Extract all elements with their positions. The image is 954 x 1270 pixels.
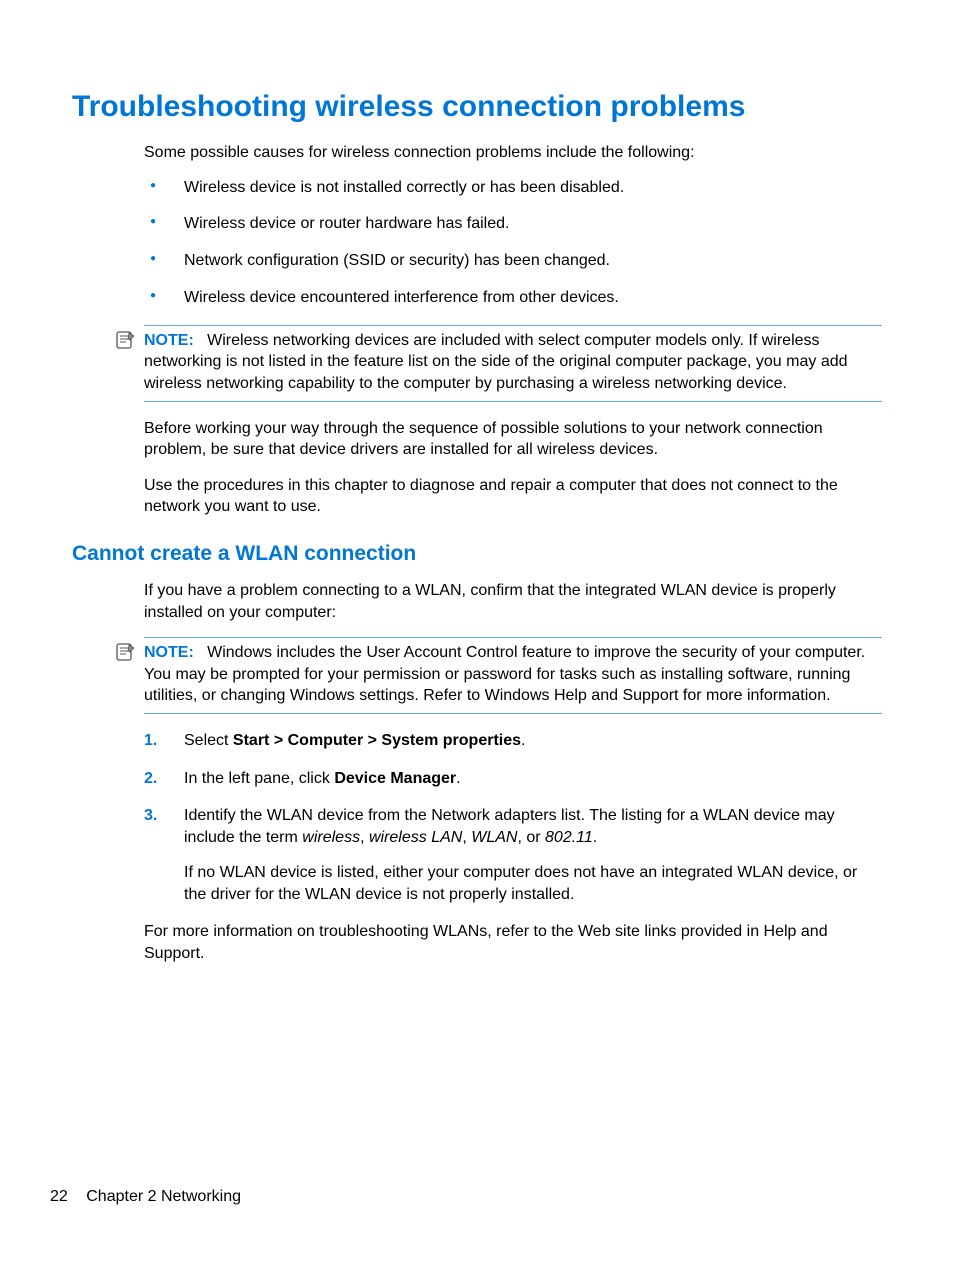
note-label: NOTE: bbox=[144, 332, 194, 349]
body-text: Use the procedures in this chapter to di… bbox=[144, 475, 882, 518]
steps-list: Select Start > Computer > System propert… bbox=[144, 730, 882, 906]
note-icon bbox=[116, 331, 136, 349]
page-title: Troubleshooting wireless connection prob… bbox=[72, 90, 882, 124]
body-text: If you have a problem connecting to a WL… bbox=[144, 580, 882, 623]
list-item: Wireless device or router hardware has f… bbox=[144, 214, 882, 235]
note-content: NOTE: Wireless networking devices are in… bbox=[144, 332, 848, 392]
step-subtext: If no WLAN device is listed, either your… bbox=[184, 862, 882, 905]
note-icon bbox=[116, 643, 136, 661]
body-text: Before working your way through the sequ… bbox=[144, 418, 882, 461]
note-box: NOTE: Windows includes the User Account … bbox=[144, 637, 882, 714]
note-content: NOTE: Windows includes the User Account … bbox=[144, 644, 865, 704]
page-number: 22 bbox=[50, 1188, 68, 1205]
causes-list: Wireless device is not installed correct… bbox=[144, 178, 882, 309]
list-item: Wireless device is not installed correct… bbox=[144, 178, 882, 199]
note-label: NOTE: bbox=[144, 644, 194, 661]
section-title: Cannot create a WLAN connection bbox=[72, 542, 882, 566]
page-footer: 22 Chapter 2 Networking bbox=[50, 1188, 241, 1206]
step-item: In the left pane, click Device Manager. bbox=[144, 768, 882, 790]
intro-text: Some possible causes for wireless connec… bbox=[144, 142, 882, 164]
body-text: For more information on troubleshooting … bbox=[144, 921, 882, 964]
list-item: Network configuration (SSID or security)… bbox=[144, 251, 882, 272]
list-item: Wireless device encountered interference… bbox=[144, 288, 882, 309]
note-box: NOTE: Wireless networking devices are in… bbox=[144, 325, 882, 402]
step-item: Identify the WLAN device from the Networ… bbox=[144, 805, 882, 905]
chapter-label: Chapter 2 Networking bbox=[86, 1188, 241, 1205]
step-item: Select Start > Computer > System propert… bbox=[144, 730, 882, 752]
